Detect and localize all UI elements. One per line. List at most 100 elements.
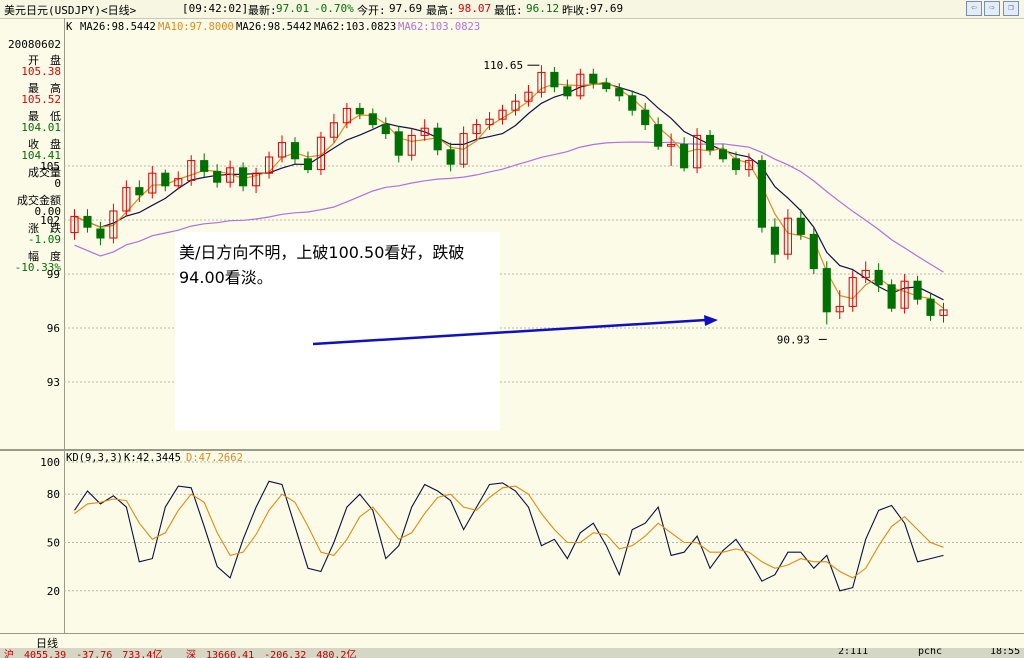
candle-body — [628, 95, 637, 111]
high-label: 最高: — [426, 4, 455, 17]
candle-body — [290, 142, 300, 160]
candle — [277, 135, 287, 163]
candle — [537, 65, 546, 98]
candle — [602, 77, 611, 93]
candle — [809, 227, 818, 274]
candle-body — [913, 280, 922, 300]
candle — [757, 155, 766, 233]
candle — [654, 117, 663, 150]
candle — [252, 167, 261, 193]
latest-value: 97.01 — [276, 2, 310, 15]
kd-d-line — [74, 485, 944, 579]
candle — [848, 270, 857, 312]
price-tick-label: 96 — [47, 322, 60, 335]
candle — [83, 209, 92, 233]
candle — [161, 169, 170, 192]
candle-body — [550, 71, 559, 88]
candle — [563, 79, 572, 100]
candle — [368, 108, 377, 129]
low-label: 最低: — [494, 4, 523, 17]
open-label: 今开: — [357, 4, 386, 17]
candle-body — [809, 233, 818, 270]
legend-ma62: MA62:103.0823 — [314, 21, 396, 33]
candle — [680, 137, 689, 172]
kd-indicator — [74, 480, 944, 592]
annotation-text: 美/日方向不明，上破100.50看好，跌破94.00看淡。 — [179, 243, 465, 287]
candle — [705, 130, 715, 156]
legend-ma26b: MA26:98.5442 — [236, 21, 312, 33]
candle-body — [770, 226, 779, 255]
candle-body — [705, 134, 715, 151]
candle — [485, 112, 494, 130]
candle — [96, 221, 105, 246]
kd-tick-label: 80 — [47, 488, 60, 501]
candle — [641, 103, 650, 130]
candle — [783, 209, 792, 260]
price-tick-label: 102 — [40, 214, 60, 227]
candle — [200, 153, 209, 177]
min-price-label: 90.93 — [777, 333, 810, 346]
legend-kd-name: KD(9,3,3) — [66, 452, 123, 464]
candle — [667, 133, 676, 166]
open-value: 97.69 — [389, 2, 423, 15]
forward-icon[interactable]: ⇨ — [984, 1, 1000, 16]
high-value: 98.07 — [458, 2, 492, 15]
candle — [135, 180, 144, 202]
candle — [822, 261, 831, 325]
candle-body — [615, 88, 624, 97]
quote-header: 美元日元(USDJPY)<日线> [09:42:02] 最新: 97.01 -0… — [0, 0, 1024, 19]
candle-body — [641, 109, 650, 126]
legend-ma62b: MA62:103.0823 — [398, 21, 480, 33]
kd-tick-label: 100 — [40, 456, 60, 469]
time-axis: 日线 — [0, 633, 1024, 650]
legend-ma10: MA10:97.8000 — [158, 21, 234, 33]
price-chart[interactable]: 1051029996932050801002008040607080910111… — [0, 18, 1024, 633]
candle — [342, 103, 351, 129]
legend-kd-k: K:42.3445 — [124, 452, 181, 464]
candle — [420, 119, 429, 141]
status-conn: 2:111 — [838, 648, 869, 657]
candle-body — [874, 269, 883, 286]
panel-separator — [0, 449, 1024, 451]
candle — [770, 218, 779, 264]
candle — [887, 279, 896, 312]
candle — [446, 142, 455, 172]
candle — [303, 151, 313, 174]
latest-label: 最新: — [248, 4, 277, 17]
candle — [290, 137, 300, 165]
price-tick-label: 99 — [47, 268, 60, 281]
candle-body — [796, 217, 805, 235]
candle — [913, 275, 922, 305]
candle-body — [731, 158, 741, 171]
candle-body — [394, 131, 403, 156]
price-tick-label: 93 — [47, 376, 60, 389]
candle — [148, 166, 157, 199]
candle-body — [654, 124, 663, 147]
status-sh-index: 沪 4055.39 -37.76 733.4亿 — [4, 650, 163, 658]
prev-close-value: 97.69 — [590, 2, 624, 15]
candle-body — [822, 268, 831, 313]
kd-k-line — [74, 480, 944, 592]
back-icon[interactable]: ⇦ — [966, 1, 982, 16]
candle — [213, 164, 222, 188]
candle-body — [161, 172, 170, 187]
candle — [615, 83, 624, 102]
instrument-title: 美元日元(USDJPY)<日线> — [4, 4, 137, 17]
candle-body — [718, 149, 728, 160]
candle — [122, 180, 131, 217]
restore-icon[interactable]: ❐ — [1003, 1, 1019, 16]
change-percent: -0.70% — [314, 2, 354, 15]
candle-body — [368, 113, 377, 126]
candle-body — [96, 228, 105, 239]
candle-body — [602, 82, 611, 90]
candle — [472, 119, 481, 139]
candle-body — [433, 127, 442, 151]
candle — [394, 126, 403, 163]
candle-body — [83, 215, 92, 228]
kd-tick-label: 20 — [47, 585, 60, 598]
status-user: pchc — [918, 648, 943, 657]
annotation-box: 美/日方向不明，上破100.50看好，跌破94.00看淡。 — [175, 232, 500, 430]
candle-body — [887, 284, 896, 309]
candle-body — [926, 298, 935, 316]
candle-body — [303, 158, 313, 171]
